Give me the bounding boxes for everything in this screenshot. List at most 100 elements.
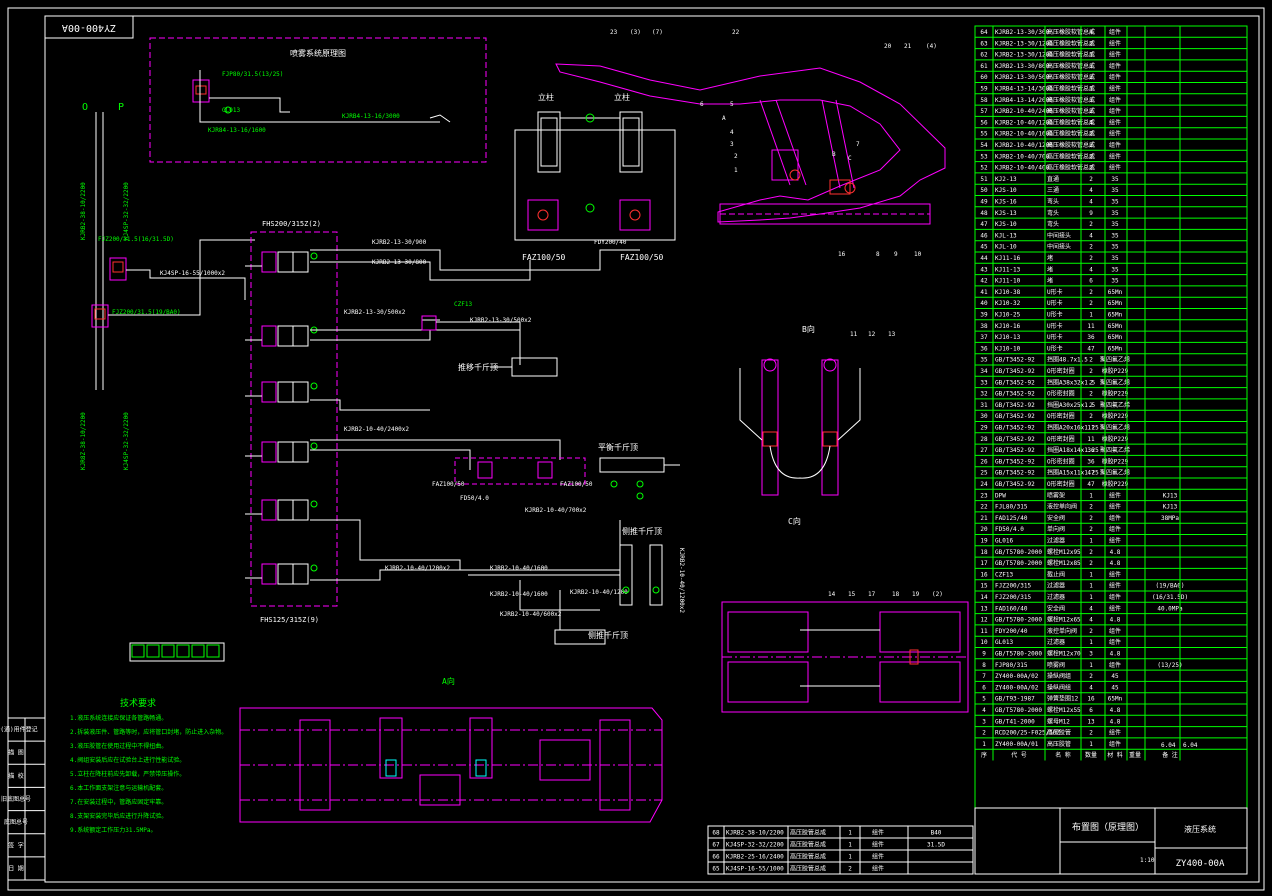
bom-cell: 59 — [980, 86, 988, 93]
bom-cell: 操纵阀组 — [1047, 672, 1071, 680]
bom-cell: 25 — [980, 470, 988, 477]
bom-cell: 2 — [1089, 142, 1093, 149]
spray-hose-label: KJRB4-13-16/3000 — [342, 113, 400, 120]
bom-cell: FJZ200/315 — [995, 583, 1032, 590]
bom-cell: 2 — [1089, 515, 1093, 522]
bom-cell: 高压橡胶软管总成 — [1047, 73, 1095, 81]
bom-cell: 65Mn — [1108, 345, 1123, 352]
bom-cell: 61 — [980, 63, 988, 70]
note-line: 8.支架安装完毕后应进行升降试验。 — [70, 812, 167, 820]
callout-label: (4) — [926, 43, 937, 50]
bom-cell: 2 — [1089, 255, 1093, 262]
bom-bottom-cell: 65 — [712, 866, 720, 873]
bom-cell: 中间接头 — [1047, 243, 1071, 251]
note-line: 2.拆装液压件、管路等时，应将管口封堵，防止进入杂物。 — [70, 728, 227, 736]
hose-left1-label: KJRB2-38-10/2200 — [80, 182, 87, 240]
bom-cell: 组件 — [1109, 661, 1121, 669]
bom-cell: 操纵阀组 — [1047, 683, 1071, 691]
bom-cell: 9 — [1089, 210, 1093, 217]
bom-cell: 高压橡胶软管总成 — [1047, 85, 1095, 93]
valve-port — [310, 382, 318, 390]
bom-bottom-cell: 1 — [848, 854, 852, 861]
bom-cell: 47 — [1087, 345, 1095, 352]
drawing-subtitle: 液压系统 — [1184, 824, 1216, 834]
bom-cell: U形卡 — [1047, 288, 1063, 296]
bom-cell: U形卡 — [1047, 333, 1063, 341]
bom-cell: KJRB4-13-14/2000 — [995, 97, 1053, 104]
bom-cell: GB/T3452-92 — [995, 391, 1035, 398]
bom-bottom-cell: 1 — [848, 830, 852, 837]
bom-cell: 38MPa — [1161, 515, 1179, 522]
bom-cell: 62 — [980, 52, 988, 59]
bom-cell: 3 — [982, 718, 986, 725]
control-valve — [261, 563, 277, 585]
bom-cell: 51 — [980, 176, 988, 183]
valve-hoses: KJRB2-13-30/900 KJRB2-13-30/800 KJRB2-13… — [310, 239, 640, 631]
bom-cell: 35 — [1111, 187, 1119, 194]
bom-cell: 35 — [1111, 266, 1119, 273]
bom-cell: 35 — [980, 357, 988, 364]
bom-cell: KJS-10 — [995, 187, 1017, 194]
bom-bottom-cell: 组件 — [872, 829, 884, 837]
bom-cell: 组件 — [1109, 164, 1121, 172]
spray-system-panel: 喷雾系统原理图 FJP80/31.5(13/25) GL013 KJRB4-13… — [149, 37, 487, 163]
bom-cell: 组件 — [1109, 604, 1121, 612]
bom-cell: 组件 — [1109, 638, 1121, 646]
bom-cell: 单向阀 — [1047, 525, 1065, 533]
callout-label: A — [722, 115, 726, 122]
spray-valve-label: FJP80/31.5(13/25) — [222, 71, 283, 78]
bom-cell: 35 — [1111, 221, 1119, 228]
push-jack-label: 推移千斤顶 — [458, 362, 498, 372]
bom-cell: 组件 — [1109, 491, 1121, 499]
callout-label: 17 — [868, 591, 876, 598]
bom-cell: KJRB4-13-14/3000 — [995, 86, 1053, 93]
bom-cell: GB/T3452-92 — [995, 413, 1035, 420]
bom-cell: 2 — [982, 730, 986, 737]
valve-block-label: FHS200/315Z(2) — [262, 220, 321, 228]
bom-cell: 20 — [980, 526, 988, 533]
bom-cell: 高压橡胶软管总成 — [1047, 118, 1095, 126]
hose-p-label: P — [118, 102, 124, 113]
bom-cell: 组件 — [1109, 740, 1121, 748]
bom-cell: GB/T3452-92 — [995, 379, 1035, 386]
bom-bottom-cell: 1 — [848, 842, 852, 849]
bom-cell: KJ11-16 — [995, 255, 1021, 262]
bom-cell: 11 — [1087, 425, 1095, 432]
bom-cell: 2 — [1089, 289, 1093, 296]
bom-cell: 6 — [982, 684, 986, 691]
bom-cell: 三通 — [1047, 186, 1059, 194]
bom-cell: CZF13 — [995, 571, 1013, 578]
bom-cell: 40.0MPa — [1157, 605, 1183, 612]
tech-notes: 技术要求 1.液压系统连接应保证各管路畅通。 2.拆装液压件、管路等时，应将管口封… — [70, 697, 227, 834]
bom-cell: 45 — [1111, 673, 1119, 680]
bom-cell: KJRB2-10-40/1200 — [995, 142, 1053, 149]
view-b-label: B向 — [802, 324, 815, 334]
column-right-label: 立柱 — [614, 92, 630, 102]
bom-cell: 1 — [1089, 571, 1093, 578]
bom-cell: 4 — [1089, 119, 1093, 126]
bom-cell: ZY400-00A/02 — [995, 673, 1039, 680]
bom-cell: KJS-16 — [995, 199, 1017, 206]
bom-cell: 组件 — [1109, 130, 1121, 138]
bom-cell: 4 — [1089, 605, 1093, 612]
bom-cell: 组件 — [1109, 627, 1121, 635]
valve-block: FHS200/315Z(2) FHS125/315Z(9) — [250, 220, 338, 624]
callout-label: 1 — [734, 167, 738, 174]
bom-cell: O形密封圈 — [1047, 412, 1075, 420]
bom-cell: KJ10-13 — [995, 334, 1021, 341]
callout-label: (2) — [932, 591, 943, 598]
bom-bottom-cell: KJRB2-25-16/2400 — [726, 854, 784, 861]
view-a-plan: A向 — [239, 676, 663, 823]
bom-bottom-cell: 2 — [848, 866, 852, 873]
bom-cell: 65Mn — [1108, 300, 1123, 307]
bom-cell: 喷雾阀 — [1047, 661, 1065, 669]
bom-cell: 聚四氟乙烯 — [1100, 401, 1130, 409]
bom-cell: 4.8 — [1110, 560, 1121, 567]
bom-header-cell: 备 注 — [1162, 751, 1178, 759]
bom-cell: 15 — [980, 583, 988, 590]
bom-cell: 高压橡胶软管总成 — [1047, 39, 1095, 47]
bom-cell: 安全阀 — [1047, 514, 1065, 522]
bom-cell: 16 — [1087, 696, 1095, 703]
bom-cell: KJ2-13 — [995, 176, 1017, 183]
bom-cell: 63 — [980, 40, 988, 47]
